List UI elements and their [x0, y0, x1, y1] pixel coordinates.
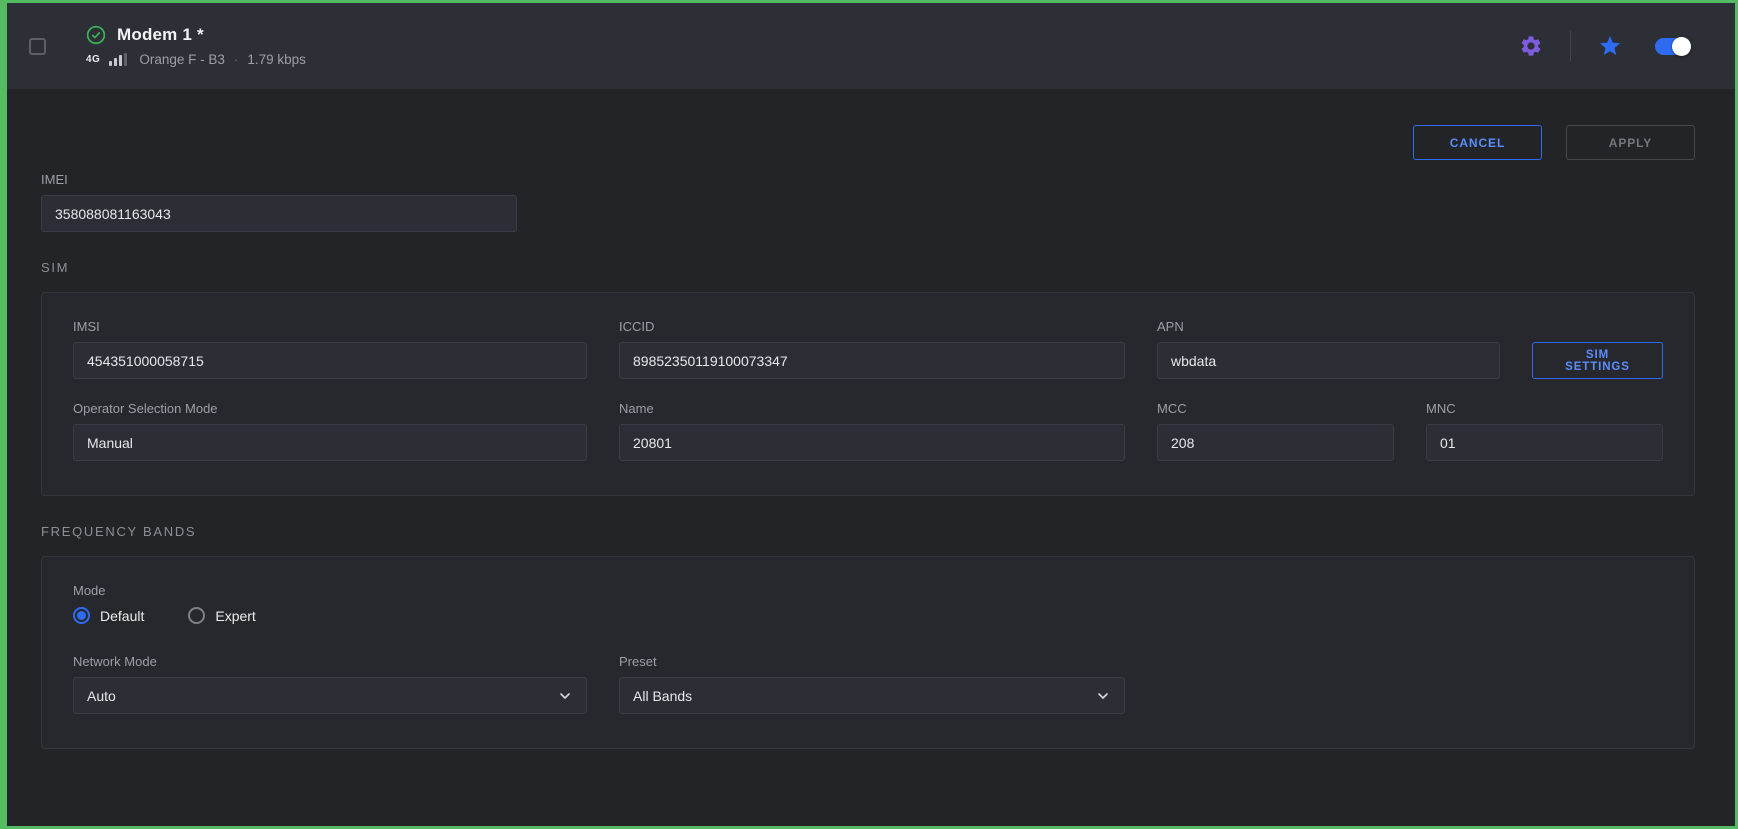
preset-label: Preset	[619, 654, 1125, 669]
mcc-field: MCC	[1157, 401, 1394, 461]
modem-header: Modem 1 * 4G Orange F - B3 · 1.79 kbps	[7, 3, 1735, 89]
network-mode-select[interactable]: Auto	[73, 677, 587, 714]
mnc-label: MNC	[1426, 401, 1663, 416]
imei-label: IMEI	[41, 172, 517, 187]
header-divider	[1570, 31, 1571, 61]
network-mode-label: Network Mode	[73, 654, 587, 669]
mode-radio-group: Default Expert	[73, 607, 1663, 624]
iccid-label: ICCID	[619, 319, 1125, 334]
imsi-input[interactable]	[73, 342, 587, 379]
operator-selection-mode-input[interactable]	[73, 424, 587, 461]
name-input[interactable]	[619, 424, 1125, 461]
iccid-field: ICCID	[619, 319, 1125, 379]
favorite-star-icon[interactable]	[1598, 34, 1622, 58]
sim-settings-button[interactable]: SIM SETTINGS	[1532, 342, 1663, 379]
name-field: Name	[619, 401, 1125, 461]
network-mode-field: Network Mode Auto	[73, 654, 587, 714]
mode-radio-default-label: Default	[100, 608, 144, 624]
imsi-field: IMSI	[73, 319, 587, 379]
sim-section-title: SIM	[41, 260, 1695, 275]
form-actions: CANCEL APPLY	[41, 125, 1695, 160]
cancel-button[interactable]: CANCEL	[1413, 125, 1542, 160]
iccid-input[interactable]	[619, 342, 1125, 379]
imei-input[interactable]	[41, 195, 517, 232]
speed-label: 1.79 kbps	[247, 52, 306, 67]
operator-selection-mode-label: Operator Selection Mode	[73, 401, 587, 416]
preset-field: Preset All Bands	[619, 654, 1125, 714]
chevron-down-icon	[557, 688, 573, 704]
select-modem-checkbox[interactable]	[29, 38, 46, 55]
modem-title-block: Modem 1 * 4G Orange F - B3 · 1.79 kbps	[86, 25, 306, 67]
apn-field: APN	[1157, 319, 1500, 379]
app-frame: Modem 1 * 4G Orange F - B3 · 1.79 kbps	[0, 0, 1738, 829]
network-type-label: 4G	[86, 54, 100, 65]
name-label: Name	[619, 401, 1125, 416]
operator-selection-mode-field: Operator Selection Mode	[73, 401, 587, 461]
mode-label: Mode	[73, 583, 1663, 598]
apn-input[interactable]	[1157, 342, 1500, 379]
sim-panel: IMSI ICCID APN SIM SETTINGS Operator Sel…	[41, 292, 1695, 496]
signal-strength-icon	[109, 53, 127, 66]
toggle-knob	[1672, 37, 1691, 56]
settings-gear-icon[interactable]	[1519, 34, 1543, 58]
modem-settings-content: CANCEL APPLY IMEI SIM IMSI ICCID APN	[7, 89, 1735, 749]
imsi-label: IMSI	[73, 319, 587, 334]
network-mode-value: Auto	[87, 688, 116, 704]
modem-enable-toggle[interactable]	[1655, 38, 1691, 55]
frequency-bands-section-title: FREQUENCY BANDS	[41, 524, 1695, 539]
status-ok-icon	[86, 25, 106, 45]
apply-button[interactable]: APPLY	[1566, 125, 1695, 160]
radio-unselected-icon	[188, 607, 205, 624]
frequency-bands-panel: Mode Default Expert Network Mode Auto	[41, 556, 1695, 749]
apn-label: APN	[1157, 319, 1500, 334]
mnc-field: MNC	[1426, 401, 1663, 461]
mcc-label: MCC	[1157, 401, 1394, 416]
modem-title: Modem 1 *	[117, 25, 204, 45]
header-actions	[1519, 31, 1691, 61]
mode-radio-default[interactable]: Default	[73, 607, 144, 624]
mode-radio-expert[interactable]: Expert	[188, 607, 255, 624]
preset-value: All Bands	[633, 688, 692, 704]
preset-select[interactable]: All Bands	[619, 677, 1125, 714]
imei-field: IMEI	[41, 172, 517, 232]
mnc-input[interactable]	[1426, 424, 1663, 461]
radio-selected-icon	[73, 607, 90, 624]
mcc-input[interactable]	[1157, 424, 1394, 461]
chevron-down-icon	[1095, 688, 1111, 704]
operator-label: Orange F - B3	[139, 52, 225, 67]
separator-dot: ·	[234, 52, 239, 67]
mode-radio-expert-label: Expert	[215, 608, 255, 624]
